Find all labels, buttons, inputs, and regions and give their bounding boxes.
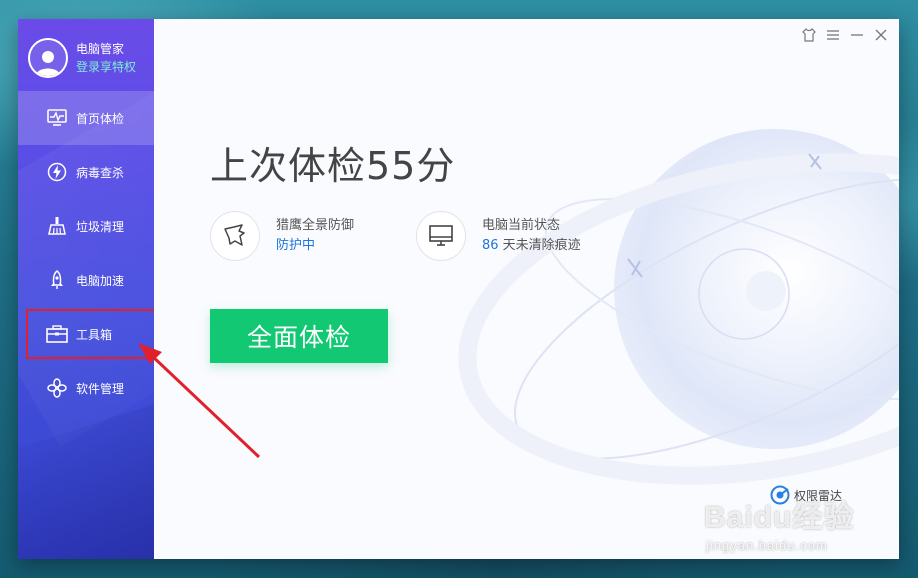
pc-status-label: 电脑当前状态 xyxy=(482,218,561,233)
defense-value[interactable]: 防护中 xyxy=(276,236,354,256)
falcon-icon xyxy=(210,211,260,261)
window-controls xyxy=(801,27,889,43)
sidebar-item-software-manage[interactable]: 软件管理 xyxy=(18,361,154,415)
profile-name: 电脑管家 xyxy=(76,42,125,56)
sidebar-item-virus-scan[interactable]: 病毒查杀 xyxy=(18,145,154,199)
sidebar-item-speed-up[interactable]: 电脑加速 xyxy=(18,253,154,307)
avatar[interactable] xyxy=(28,38,68,78)
rocket-icon xyxy=(46,269,68,291)
monitor-pulse-icon xyxy=(46,107,68,129)
sidebar-item-label: 工具箱 xyxy=(76,327,113,342)
sidebar-item-label: 软件管理 xyxy=(76,381,125,396)
pc-manager-window: 电脑管家 登录享特权 首页体检 病毒查杀 垃圾清理 电脑加速 工具箱 软件管理 … xyxy=(18,19,899,559)
user-silhouette-icon xyxy=(36,51,60,76)
days-count: 86 xyxy=(482,238,499,253)
minimize-icon[interactable] xyxy=(849,27,865,43)
broom-icon xyxy=(46,215,68,237)
sidebar-nav: 首页体检 病毒查杀 垃圾清理 电脑加速 工具箱 软件管理 xyxy=(18,91,154,415)
sidebar-item-junk-clean[interactable]: 垃圾清理 xyxy=(18,199,154,253)
main-panel: 上次体检55分 猎鹰全景防御 防护中 电脑当前状态 86 天未清除痕迹 全面体检… xyxy=(154,19,899,559)
menu-icon[interactable] xyxy=(825,27,841,43)
defense-label: 猎鹰全景防御 xyxy=(276,218,355,233)
sidebar-item-label: 首页体检 xyxy=(76,111,125,126)
profile-text: 电脑管家 登录享特权 xyxy=(76,40,136,76)
user-profile[interactable]: 电脑管家 登录享特权 xyxy=(18,19,154,87)
sidebar-item-toolbox[interactable]: 工具箱 xyxy=(18,307,154,361)
decorative-orbits xyxy=(458,153,899,485)
defense-status-card[interactable]: 猎鹰全景防御 防护中 xyxy=(210,211,354,261)
pc-status-value[interactable]: 86 天未清除痕迹 xyxy=(482,236,581,256)
sidebar-item-label: 病毒查杀 xyxy=(76,165,125,180)
lightning-shield-icon xyxy=(46,161,68,183)
login-link[interactable]: 登录享特权 xyxy=(76,58,136,76)
page-title: 上次体检55分 xyxy=(210,144,456,188)
sidebar: 电脑管家 登录享特权 首页体检 病毒查杀 垃圾清理 电脑加速 工具箱 软件管理 xyxy=(18,19,154,559)
defense-status-text: 猎鹰全景防御 防护中 xyxy=(276,216,354,256)
radar-label: 权限雷达 xyxy=(794,488,843,503)
close-icon[interactable] xyxy=(873,27,889,43)
radar-icon xyxy=(770,485,790,505)
days-text: 天未清除痕迹 xyxy=(498,238,581,253)
full-scan-button[interactable]: 全面体检 xyxy=(210,309,388,363)
apps-icon xyxy=(46,377,68,399)
sidebar-item-label: 电脑加速 xyxy=(76,273,125,288)
watermark-url: jingyan.baidu.com xyxy=(706,538,828,553)
skin-icon[interactable] xyxy=(801,27,817,43)
sidebar-item-home-checkup[interactable]: 首页体检 xyxy=(18,91,154,145)
monitor-icon xyxy=(416,211,466,261)
pc-status-card[interactable]: 电脑当前状态 86 天未清除痕迹 xyxy=(416,211,581,261)
permission-radar[interactable]: 权限雷达 xyxy=(770,485,842,505)
toolbox-icon xyxy=(46,323,68,345)
pc-status-text: 电脑当前状态 86 天未清除痕迹 xyxy=(482,216,581,256)
sidebar-item-label: 垃圾清理 xyxy=(76,219,125,234)
